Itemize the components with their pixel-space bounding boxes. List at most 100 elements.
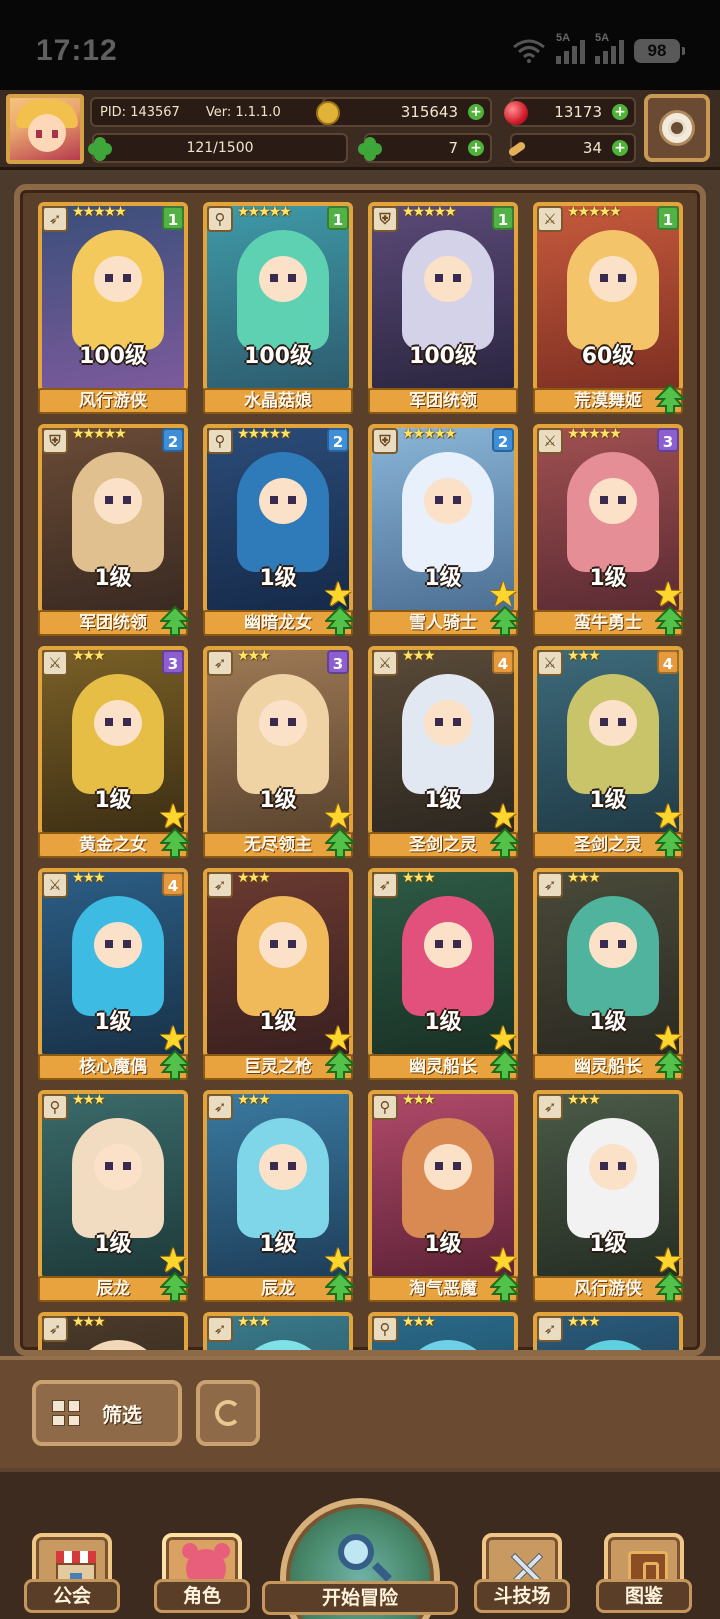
hero-card[interactable]: ➶ ★★★ — [38, 1312, 188, 1350]
hero-level: 1级 — [94, 566, 132, 591]
refresh-icon — [215, 1400, 241, 1426]
game-screen: PID: 143567 Ver: 1.1.1.0 121/1500 315643… — [0, 90, 720, 1619]
hero-stars: ★★★ — [402, 1092, 436, 1108]
hero-card[interactable]: ⛨ ★★★★★ 2 1级 雪人骑士 ★ — [368, 424, 522, 636]
hero-stars: ★★★★★ — [237, 204, 292, 220]
nav-codex[interactable]: 图鉴 — [596, 1509, 692, 1619]
hero-art — [72, 896, 164, 1016]
hero-stars: ★★★ — [237, 870, 271, 886]
hero-tier-badge: 1 — [492, 206, 514, 230]
hero-card[interactable]: ⚔ ★★★ 4 1级 圣剑之灵 ★ — [368, 646, 522, 858]
level-up-arrow-icon[interactable] — [653, 1049, 687, 1080]
staff-icon: ⚲ — [372, 1316, 398, 1342]
level-up-arrow-icon[interactable] — [158, 1271, 192, 1302]
ruby-icon — [504, 101, 528, 125]
hero-card[interactable]: ⚲ ★★★ 1级 淘气恶魔 ★ — [368, 1090, 522, 1302]
level-up-arrow-icon[interactable] — [653, 1271, 687, 1302]
hero-stars: ★★★ — [567, 870, 601, 886]
add-bone-button[interactable]: + — [612, 140, 628, 156]
hero-art — [567, 452, 659, 572]
hero-stars: ★★★ — [72, 1314, 106, 1330]
hero-card[interactable]: ⚲ ★★★ — [368, 1312, 518, 1350]
hero-card[interactable]: ⛨ ★★★★★ 2 1级 军团统领 — [38, 424, 192, 636]
hero-card[interactable]: ⚲ ★★★ 1级 辰龙 ★ — [38, 1090, 192, 1302]
player-avatar[interactable] — [6, 94, 84, 164]
add-gem-button[interactable]: + — [612, 104, 628, 120]
reset-sort-button[interactable] — [196, 1380, 260, 1446]
level-up-arrow-icon[interactable] — [653, 605, 687, 636]
level-up-arrow-icon[interactable] — [158, 605, 192, 636]
nav-role-label: 角色 — [154, 1579, 250, 1613]
level-up-arrow-icon[interactable] — [323, 1271, 357, 1302]
hero-stars: ★★★ — [237, 1092, 271, 1108]
gear-icon — [662, 113, 692, 143]
hero-card[interactable]: ⚔ ★★★★★ 1 60级 荒漠舞姬 — [533, 202, 687, 414]
level-up-arrow-icon[interactable] — [653, 383, 687, 414]
level-up-arrow-icon[interactable] — [158, 827, 192, 858]
hero-name: 风行游侠 — [38, 388, 188, 414]
game-version: Ver: 1.1.1.0 — [205, 104, 281, 120]
hero-art — [72, 674, 164, 794]
hero-stars: ★★★ — [237, 648, 271, 664]
hero-tier-badge: 1 — [657, 206, 679, 230]
hero-list-panel[interactable]: ➶ ★★★★★ 1 100级 风行游侠 ⚲ ★★★★★ 1 100级 水晶菇娘 ⛨ ★★★★★ 1 100… — [14, 184, 706, 1356]
sword-icon: ⚔ — [42, 650, 68, 676]
level-up-arrow-icon[interactable] — [323, 605, 357, 636]
hero-card[interactable]: ➶ ★★★ — [203, 1312, 353, 1350]
start-adventure-button[interactable]: 开始冒险 — [262, 1498, 458, 1619]
hero-stars: ★★★ — [72, 870, 106, 886]
nav-role[interactable]: 角色 — [154, 1509, 250, 1619]
hero-tier-badge: 2 — [327, 428, 349, 452]
bow-icon: ➶ — [372, 872, 398, 898]
coin-icon — [316, 101, 340, 125]
hero-card[interactable]: ➶ ★★★★★ 1 100级 风行游侠 — [38, 202, 188, 414]
sword-icon: ⚔ — [42, 872, 68, 898]
level-up-arrow-icon[interactable] — [488, 827, 522, 858]
nav-arena[interactable]: 斗技场 — [474, 1509, 570, 1619]
bottom-nav: 公会 角色 开始冒险 斗技场 图鉴 — [0, 1468, 720, 1619]
hero-card[interactable]: ➶ ★★★ 1级 风行游侠 ★ — [533, 1090, 687, 1302]
level-up-arrow-icon[interactable] — [653, 827, 687, 858]
hero-stars: ★★★★★ — [402, 426, 457, 442]
hero-stars: ★★★ — [402, 1314, 436, 1330]
level-up-arrow-icon[interactable] — [488, 1049, 522, 1080]
hero-card[interactable]: ➶ ★★★ — [533, 1312, 683, 1350]
hero-card[interactable]: ➶ ★★★ 1级 巨灵之枪 ★ — [203, 868, 357, 1080]
hero-card[interactable]: ➶ ★★★ 3 1级 无尽领主 ★ — [203, 646, 357, 858]
hero-tier-badge: 4 — [162, 872, 184, 896]
hero-card[interactable]: ⚔ ★★★★★ 3 1级 蛮牛勇士 ★ — [533, 424, 687, 636]
hero-card[interactable]: ⚔ ★★★ 4 1级 核心魔偶 ★ — [38, 868, 192, 1080]
bow-icon: ➶ — [42, 206, 68, 232]
gold-counter: 315643 + — [316, 97, 492, 127]
filter-button[interactable]: 筛选 — [32, 1380, 182, 1446]
status-bar: 17:12 5A 5A 98 — [0, 0, 720, 90]
level-up-arrow-icon[interactable] — [323, 827, 357, 858]
add-gold-button[interactable]: + — [468, 104, 484, 120]
level-up-arrow-icon[interactable] — [158, 1049, 192, 1080]
level-up-arrow-icon[interactable] — [488, 1271, 522, 1302]
hero-art — [567, 230, 659, 350]
hero-card[interactable]: ⚔ ★★★ 3 1级 黄金之女 ★ — [38, 646, 192, 858]
hero-card[interactable]: ⚲ ★★★★★ 1 100级 水晶菇娘 — [203, 202, 353, 414]
clover-counter: 7 + — [358, 133, 492, 163]
hero-card[interactable]: ⚔ ★★★ 4 1级 圣剑之灵 ★ — [533, 646, 687, 858]
hero-art — [567, 896, 659, 1016]
hero-card[interactable]: ➶ ★★★ 1级 幽灵船长 ★ — [368, 868, 522, 1080]
nav-guild-label: 公会 — [24, 1579, 120, 1613]
hero-stars: ★★★ — [237, 1314, 271, 1330]
hero-stars: ★★★★★ — [567, 204, 622, 220]
hero-tier-badge: 3 — [657, 428, 679, 452]
sword-icon: ⚔ — [537, 650, 563, 676]
hero-card[interactable]: ⚲ ★★★★★ 2 1级 幽暗龙女 ★ — [203, 424, 357, 636]
hero-card[interactable]: ⛨ ★★★★★ 1 100级 军团统领 — [368, 202, 518, 414]
level-up-arrow-icon[interactable] — [488, 605, 522, 636]
level-up-arrow-icon[interactable] — [323, 1049, 357, 1080]
settings-button[interactable] — [644, 94, 710, 162]
add-clover-button[interactable]: + — [468, 140, 484, 156]
signal-icon: 5A — [556, 32, 585, 64]
hero-card[interactable]: ➶ ★★★ 1级 幽灵船长 ★ — [533, 868, 687, 1080]
gold-value: 315643 — [400, 103, 458, 121]
hero-stars: ★★★ — [567, 1314, 601, 1330]
hero-card[interactable]: ➶ ★★★ 1级 辰龙 ★ — [203, 1090, 357, 1302]
nav-guild[interactable]: 公会 — [24, 1509, 120, 1619]
